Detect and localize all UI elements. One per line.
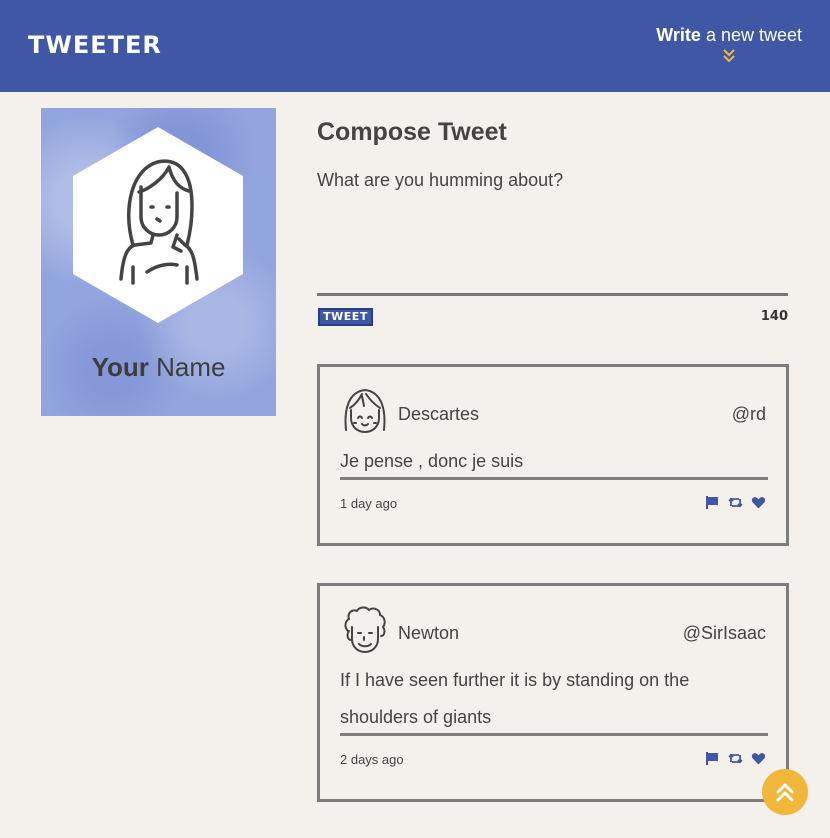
profile-name: Your Name bbox=[91, 352, 226, 382]
chevron-down-double-icon bbox=[723, 49, 735, 63]
retweet-icon[interactable] bbox=[728, 751, 743, 766]
write-new-tweet-link[interactable]: Write a new tweet bbox=[656, 25, 802, 64]
tweet-divider bbox=[340, 477, 768, 480]
newton-avatar-icon bbox=[344, 606, 386, 653]
tweet-author-handle: @rd bbox=[731, 404, 766, 424]
tweet-author-name: Descartes bbox=[398, 404, 480, 424]
heart-icon[interactable] bbox=[751, 751, 766, 766]
profile-card: Your Name bbox=[41, 108, 276, 416]
tweet-input[interactable] bbox=[317, 170, 788, 288]
tweet-button[interactable]: TWEET bbox=[318, 308, 373, 326]
tweet-author-name: Newton bbox=[398, 623, 460, 643]
descartes-avatar-icon bbox=[344, 389, 386, 433]
write-link-label: Write a new tweet bbox=[656, 25, 802, 45]
tweet-timestamp: 1 day ago bbox=[340, 496, 398, 511]
app-logo[interactable]: TWEETER bbox=[28, 31, 162, 59]
chevron-up-double-icon bbox=[776, 783, 794, 802]
tweet-body: If I have seen further it is by standing… bbox=[340, 670, 690, 727]
compose-title: Compose Tweet bbox=[317, 118, 507, 146]
flag-icon[interactable] bbox=[705, 495, 720, 510]
avatar bbox=[73, 127, 243, 323]
character-counter: 140 bbox=[760, 309, 788, 324]
tweet-actions bbox=[705, 751, 766, 766]
tweet-card: Newton @SirIsaac If I have seen further … bbox=[317, 583, 789, 802]
flag-icon[interactable] bbox=[705, 751, 720, 766]
heart-icon[interactable] bbox=[751, 495, 766, 510]
top-nav: TWEETER Write a new tweet bbox=[0, 0, 830, 92]
tweet-card: Descartes @rd Je pense , donc je suis 1 … bbox=[317, 364, 789, 546]
tweet-actions bbox=[705, 495, 766, 510]
retweet-icon[interactable] bbox=[728, 495, 743, 510]
tweet-timestamp: 2 days ago bbox=[340, 752, 404, 767]
tweet-author-handle: @SirIsaac bbox=[682, 623, 766, 643]
tweet-body: Je pense , donc je suis bbox=[340, 451, 524, 471]
scroll-to-top-button[interactable] bbox=[762, 769, 808, 815]
tweet-divider bbox=[340, 733, 768, 736]
compose-divider bbox=[317, 293, 788, 296]
